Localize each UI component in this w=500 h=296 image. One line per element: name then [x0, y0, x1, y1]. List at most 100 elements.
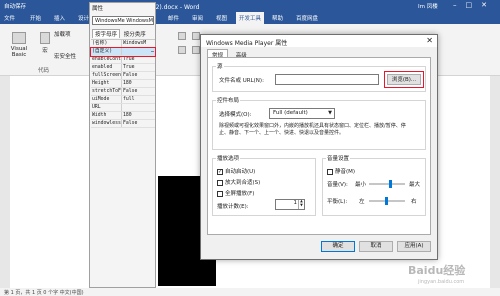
property-row[interactable]: Height 180 [91, 80, 155, 88]
control-icon [192, 32, 200, 40]
properties-title: 属性 [92, 6, 104, 12]
watermark-logo: Baidu经验 [408, 264, 466, 277]
close-icon[interactable]: ✕ [426, 36, 433, 45]
picture-control-icon [192, 46, 200, 54]
property-row[interactable]: URL [91, 104, 155, 112]
cancel-button[interactable]: 取消 [359, 241, 393, 252]
ok-button[interactable]: 确定 [321, 241, 355, 252]
property-row[interactable]: enabled True [91, 64, 155, 72]
property-name: enableContext [92, 56, 122, 63]
property-value[interactable] [122, 104, 155, 111]
code-group-label: 代码 [38, 68, 50, 74]
property-row[interactable]: enableContextTrue [91, 56, 155, 64]
tab-mailings[interactable]: 邮件 [168, 14, 179, 22]
balance-left-label: 左 [359, 199, 365, 205]
property-row[interactable]: uiMode full [91, 96, 155, 104]
checkbox-icon [217, 190, 223, 197]
checkbox-icon [217, 179, 223, 186]
tab-categorized[interactable]: 按分类序 [122, 30, 148, 38]
property-name: Height [91, 80, 122, 87]
mute-label: 静音(M) [335, 169, 356, 175]
property-row[interactable]: Width 180 [91, 112, 155, 120]
stepper-arrows-icon[interactable]: ▲ ▼ [298, 199, 304, 209]
mode-description: 除视频或可视化效果窗口外，内嵌的播放机还具有状态窗口、定位栏、播放/暂停、停止、… [219, 123, 406, 136]
volume-slider-thumb[interactable] [389, 180, 392, 188]
property-value[interactable]: True [122, 56, 155, 63]
playback-legend: 播放选项 [216, 154, 241, 162]
balance-slider[interactable] [369, 197, 405, 205]
property-value[interactable]: False [122, 72, 155, 79]
tab-home[interactable]: 开始 [30, 14, 41, 22]
tab-help[interactable]: 帮助 [272, 14, 283, 22]
volume-label: 音量(V): [327, 182, 348, 188]
property-value[interactable]: False [122, 88, 155, 95]
property-name: fullScreen [92, 72, 122, 79]
property-row[interactable]: stretchToFitFalse [91, 88, 155, 96]
property-row-custom[interactable]: (自定义)… [90, 47, 156, 57]
browse-button[interactable]: 浏览(B)... [384, 71, 424, 88]
autosave-label[interactable]: 自动保存 [4, 2, 26, 10]
macro-security-button[interactable]: 宏安全性 [54, 52, 88, 60]
checkbox-control[interactable] [176, 46, 188, 56]
property-value[interactable]: 180 [122, 112, 155, 119]
property-row[interactable]: windowlessVidFalse [91, 120, 155, 128]
tab-alphabetic[interactable]: 按字母序 [92, 29, 121, 38]
mode-select[interactable]: Full (default) ▼ [269, 108, 335, 119]
property-value[interactable]: full [122, 96, 155, 103]
status-bar: 第 1 页，共 1 页 0 个字 中文(中国) [0, 288, 500, 296]
user-name[interactable]: Im 凤楼 [418, 2, 438, 10]
macro-button[interactable]: 宏 [38, 32, 52, 54]
visual-basic-button[interactable]: Visual Basic [4, 32, 34, 58]
balance-slider-thumb[interactable] [385, 197, 388, 205]
layout-legend: 控件布局 [216, 96, 241, 104]
property-value[interactable]: … [122, 48, 155, 55]
tab-baidu-netdisk[interactable]: 百度网盘 [296, 14, 318, 22]
chevron-down-icon: ▼ [328, 110, 332, 116]
stretch-checkbox[interactable]: 放大到合适(S) [217, 178, 260, 186]
tab-review[interactable]: 审阅 [192, 14, 203, 22]
tab-developer[interactable]: 开发工具 [236, 12, 265, 24]
dialog-title: Windows Media Player 属性 [206, 40, 288, 47]
design-mode-icon [178, 32, 186, 40]
source-group: 源 文件名或 URL(N): 浏览(B)... [212, 62, 426, 92]
property-value[interactable]: True [122, 64, 155, 71]
autostart-checkbox[interactable]: ✓ 自动启动(U) [217, 167, 255, 175]
property-row[interactable]: (名称) WindowsM [91, 40, 155, 48]
property-value[interactable]: WindowsM [122, 40, 155, 47]
apply-button[interactable]: 应用(A) [397, 241, 431, 252]
layout-group: 控件布局 选择模式(O): Full (default) ▼ 除视频或可视化效果… [212, 96, 426, 150]
window-controls[interactable]: –□✕ [453, 1, 496, 9]
playcount-stepper[interactable]: 1 ▲ ▼ [275, 199, 305, 210]
property-name: enabled [91, 64, 122, 71]
source-legend: 源 [216, 62, 224, 70]
property-name: stretchToFit [92, 88, 122, 95]
property-grid: (名称)WindowsM (自定义) … enableContextTrue en… [90, 39, 156, 128]
visual-basic-label: Visual Basic [10, 46, 28, 58]
property-value[interactable]: False [122, 120, 155, 127]
mute-checkbox[interactable]: 静音(M) [327, 167, 355, 175]
property-value[interactable]: 180 [122, 80, 155, 87]
tab-view[interactable]: 视图 [216, 14, 227, 22]
tab-insert[interactable]: 插入 [54, 14, 65, 22]
playcount-value: 1 [293, 200, 298, 206]
balance-right-label: 右 [411, 199, 417, 205]
ellipsis-button[interactable]: … [151, 48, 155, 55]
design-mode-control[interactable] [176, 32, 188, 42]
property-name: URL [91, 104, 122, 111]
tab-design[interactable]: 设计 [78, 14, 89, 22]
volume-slider[interactable] [369, 180, 405, 188]
url-input[interactable] [275, 74, 379, 85]
addin-button[interactable]: 加载项 [54, 30, 84, 38]
word-titlebar: 自动保存 Word 文档 (2).docx - Word Im 凤楼 –□✕ [0, 0, 500, 12]
fullscreen-checkbox[interactable]: 全屏播放(F) [217, 189, 254, 197]
control-selector[interactable]: WindowsMe WindowsMedi [92, 16, 154, 25]
macro-label: 宏 [42, 48, 48, 54]
playback-group: 播放选项 ✓ 自动启动(U) 放大到合适(S) 全屏播放(F) 播放计数(E): … [212, 154, 316, 216]
volume-min-label: 最小 [355, 182, 367, 188]
volume-legend: 音量设置 [326, 154, 351, 162]
tab-file[interactable]: 文件 [4, 14, 15, 22]
mode-select-value: Full (default) [273, 110, 308, 116]
property-row[interactable]: fullScreen False [91, 72, 155, 80]
mode-label: 选择模式(O): [219, 112, 252, 118]
visual-basic-icon [12, 32, 26, 44]
